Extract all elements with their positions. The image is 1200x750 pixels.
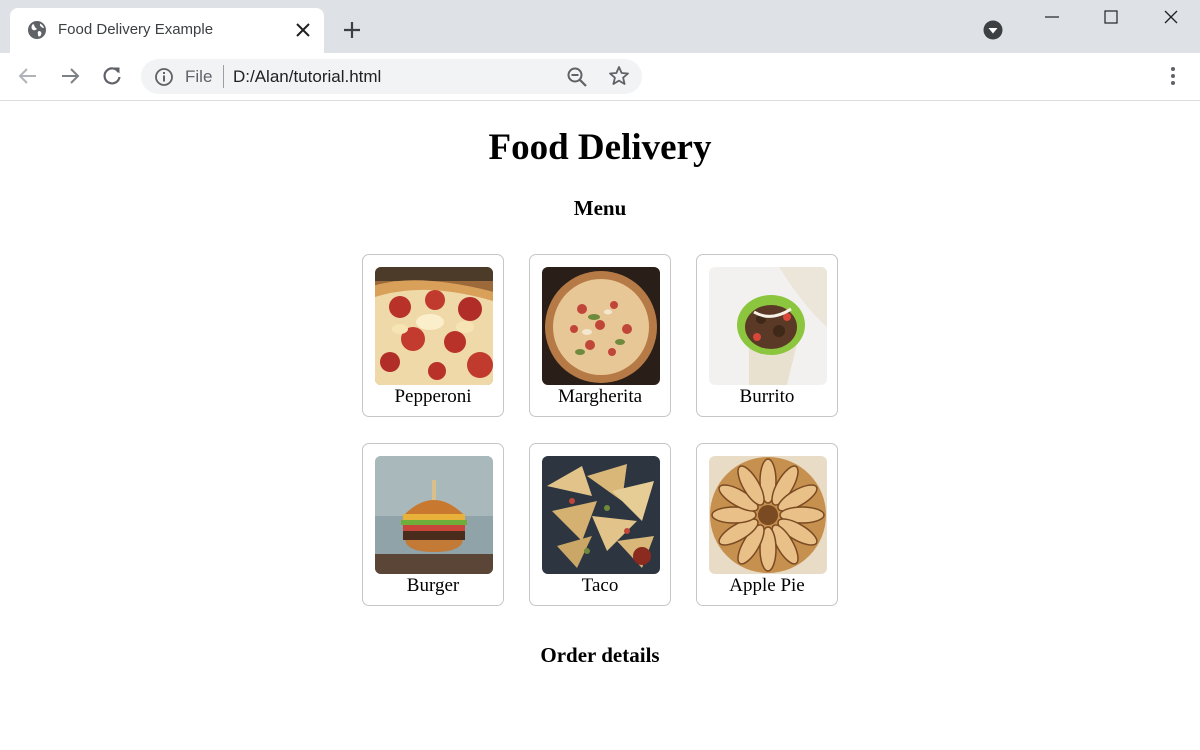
browser-toolbar: File [0,53,1200,101]
more-menu-icon[interactable] [1162,64,1184,88]
menu-item-label: Apple Pie [729,575,805,596]
close-window-button[interactable] [1142,0,1200,34]
burger-photo [375,456,493,574]
menu-heading: Menu [573,196,627,220]
menu-item-taco[interactable]: Taco [529,443,671,606]
apple-pie-photo [709,456,827,574]
reload-icon[interactable] [100,64,124,88]
profile-dropdown-icon[interactable] [982,19,1004,41]
menu-item-label: Taco [581,575,619,596]
url-input[interactable] [233,63,553,90]
margherita-pizza-photo [542,267,660,385]
page-content: Food Delivery Menu Pepperoni Margherita … [0,101,1200,750]
page-title: Food Delivery [488,127,712,168]
menu-item-pepperoni[interactable]: Pepperoni [362,254,504,417]
menu-item-margherita[interactable]: Margherita [529,254,671,417]
new-tab-icon[interactable] [340,18,364,42]
order-details-heading: Order details [540,643,660,667]
minimize-icon [1045,16,1059,18]
browser-titlebar: Food Delivery Example [0,0,1200,53]
menu-item-burger[interactable]: Burger [362,443,504,606]
close-tab-icon[interactable] [294,21,312,39]
zoom-out-icon[interactable] [566,66,588,88]
menu-item-apple-pie[interactable]: Apple Pie [696,443,838,606]
globe-icon [28,21,46,39]
burrito-photo [709,267,827,385]
scheme-label: File [185,67,213,86]
menu-item-label: Margherita [557,386,643,407]
menu-item-burrito[interactable]: Burrito [696,254,838,417]
tab-title: Food Delivery Example [58,21,214,38]
pepperoni-pizza-photo [375,267,493,385]
minimize-button[interactable] [1023,0,1081,34]
bookmark-star-icon[interactable] [608,65,630,87]
maximize-button[interactable] [1082,0,1140,34]
taco-photo [542,456,660,574]
menu-item-label: Burger [406,575,460,596]
menu-item-label: Burrito [739,386,795,407]
address-bar[interactable]: File [141,59,642,94]
menu-item-label: Pepperoni [394,386,472,407]
close-icon [1164,10,1178,24]
back-arrow-icon[interactable] [16,64,40,88]
info-icon[interactable] [154,67,174,87]
address-separator [223,65,224,88]
browser-tab[interactable]: Food Delivery Example [10,8,324,53]
maximize-icon [1104,10,1118,24]
forward-arrow-icon[interactable] [58,64,82,88]
